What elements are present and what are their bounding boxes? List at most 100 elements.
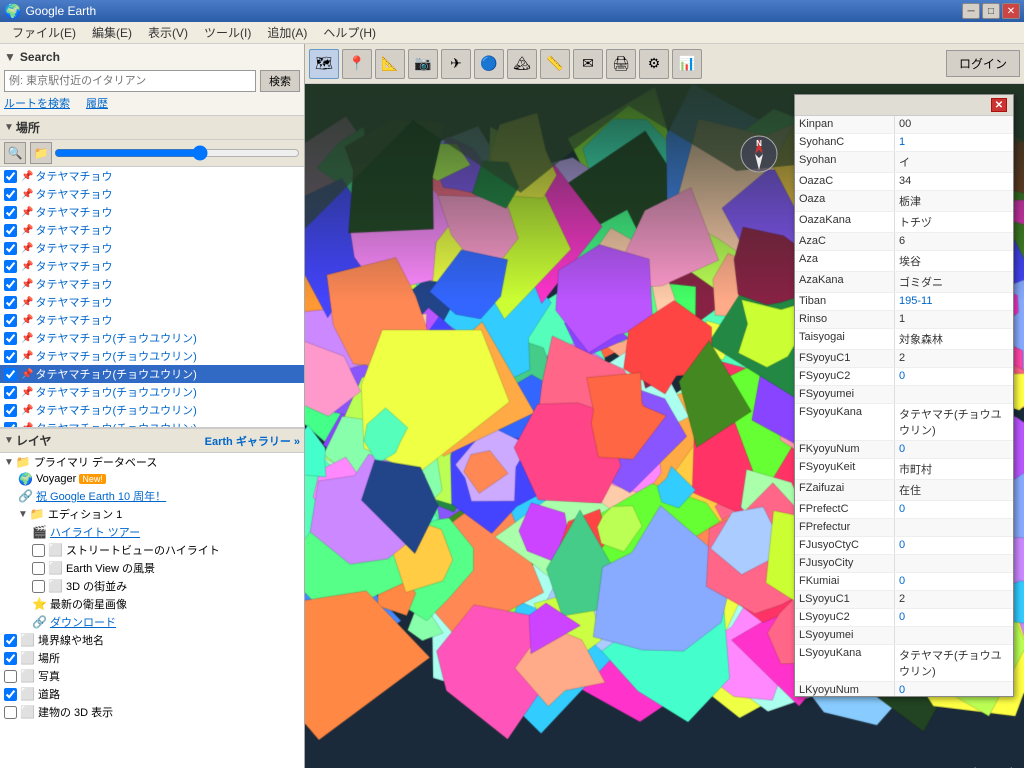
layer-checkbox[interactable] bbox=[4, 634, 17, 647]
place-checkbox[interactable] bbox=[4, 260, 17, 273]
toolbar-camera-btn[interactable]: 📷 bbox=[408, 49, 438, 79]
place-item[interactable]: 📌 タテヤマチョウ(チョウユウリン) bbox=[0, 347, 304, 365]
place-item[interactable]: 📌 タテヤマチョウ bbox=[0, 311, 304, 329]
place-item[interactable]: 📌 タテヤマチョウ bbox=[0, 275, 304, 293]
layer-checkbox[interactable] bbox=[32, 580, 45, 593]
login-button[interactable]: ログイン bbox=[946, 50, 1020, 77]
layer-checkbox[interactable] bbox=[4, 688, 17, 701]
menu-edit[interactable]: 編集(E) bbox=[84, 22, 140, 43]
place-item[interactable]: 📌 タテヤマチョウ(チョウユウリン) bbox=[0, 329, 304, 347]
layer-item[interactable]: ⬜道路 bbox=[0, 685, 304, 703]
minimize-button[interactable]: ─ bbox=[962, 3, 980, 19]
layer-item[interactable]: ⬜Earth View の風景 bbox=[0, 559, 304, 577]
toolbar-circle-btn[interactable]: 🔵 bbox=[474, 49, 504, 79]
place-checkbox[interactable] bbox=[4, 224, 17, 237]
place-checkbox[interactable] bbox=[4, 188, 17, 201]
place-checkbox[interactable] bbox=[4, 170, 17, 183]
layer-item[interactable]: ⬜建物の 3D 表示 bbox=[0, 703, 304, 721]
places-folder-btn[interactable]: 📁 bbox=[30, 142, 52, 164]
tree-expand-arrow[interactable]: ▼ bbox=[4, 457, 14, 468]
place-item[interactable]: 📌 タテヤマチョウ bbox=[0, 203, 304, 221]
menu-add[interactable]: 追加(A) bbox=[259, 22, 315, 43]
place-checkbox[interactable] bbox=[4, 422, 17, 428]
toolbar-print-btn[interactable]: 🖨 bbox=[606, 49, 636, 79]
toolbar-path-btn[interactable]: 📐 bbox=[375, 49, 405, 79]
layer-item[interactable]: ⬜写真 bbox=[0, 667, 304, 685]
place-link[interactable]: タテヤマチョウ bbox=[35, 294, 112, 310]
place-item[interactable]: 📌 タテヤマチョウ(チョウユウリン) bbox=[0, 365, 304, 383]
layer-item[interactable]: ⬜場所 bbox=[0, 649, 304, 667]
place-checkbox[interactable] bbox=[4, 386, 17, 399]
layer-item[interactable]: ⬜境界線や地名 bbox=[0, 631, 304, 649]
layers-collapse-arrow[interactable]: ▼ bbox=[4, 435, 14, 446]
tree-expand-arrow[interactable]: ▼ bbox=[18, 509, 28, 520]
place-link[interactable]: タテヤマチョウ(チョウユウリン) bbox=[35, 330, 196, 346]
menu-help[interactable]: ヘルプ(H) bbox=[315, 22, 384, 43]
place-item[interactable]: 📌 タテヤマチョウ bbox=[0, 185, 304, 203]
place-link[interactable]: タテヤマチョウ bbox=[35, 186, 112, 202]
place-checkbox[interactable] bbox=[4, 242, 17, 255]
toolbar-mail-btn[interactable]: ✉ bbox=[573, 49, 603, 79]
place-checkbox[interactable] bbox=[4, 314, 17, 327]
places-search-icon-btn[interactable]: 🔍 bbox=[4, 142, 26, 164]
route-search-link[interactable]: ルートを検索 bbox=[4, 95, 70, 111]
place-link[interactable]: タテヤマチョウ(チョウユウリン) bbox=[35, 402, 196, 418]
place-link[interactable]: タテヤマチョウ(チョウユウリン) bbox=[35, 366, 196, 382]
place-link[interactable]: タテヤマチョウ bbox=[35, 204, 112, 220]
layer-item[interactable]: ⬜ストリートビューのハイライト bbox=[0, 541, 304, 559]
place-link[interactable]: タテヤマチョウ bbox=[35, 222, 112, 238]
toolbar-chart-btn[interactable]: 📊 bbox=[672, 49, 702, 79]
gallery-link[interactable]: Earth ギャラリー » bbox=[205, 433, 300, 449]
place-item[interactable]: 📌 タテヤマチョウ(チョウユウリン) bbox=[0, 401, 304, 419]
menu-view[interactable]: 表示(V) bbox=[140, 22, 196, 43]
place-checkbox[interactable] bbox=[4, 368, 17, 381]
place-link[interactable]: タテヤマチョウ bbox=[35, 276, 112, 292]
place-item[interactable]: 📌 タテヤマチョウ bbox=[0, 221, 304, 239]
layer-checkbox[interactable] bbox=[32, 562, 45, 575]
layer-item[interactable]: ▼📁エディション 1 bbox=[0, 505, 304, 523]
place-link[interactable]: タテヤマチョウ bbox=[35, 168, 112, 184]
layer-item[interactable]: 🔗祝 Google Earth 10 周年！ bbox=[0, 487, 304, 505]
toolbar-map-btn[interactable]: 🗺 bbox=[309, 49, 339, 79]
maximize-button[interactable]: □ bbox=[982, 3, 1000, 19]
search-input[interactable] bbox=[4, 70, 256, 92]
places-collapse-arrow[interactable]: ▼ bbox=[4, 122, 14, 133]
place-link[interactable]: タテヤマチョウ(チョウユウリン) bbox=[35, 348, 196, 364]
search-button[interactable]: 検索 bbox=[260, 70, 300, 92]
toolbar-plane-btn[interactable]: ✈ bbox=[441, 49, 471, 79]
layer-checkbox[interactable] bbox=[4, 652, 17, 665]
place-checkbox[interactable] bbox=[4, 404, 17, 417]
place-item[interactable]: 📌 タテヤマチョウ bbox=[0, 293, 304, 311]
place-item[interactable]: 📌 タテヤマチョウ(チョウユウリン) bbox=[0, 383, 304, 401]
place-checkbox[interactable] bbox=[4, 296, 17, 309]
place-item[interactable]: 📌 タテヤマチョウ(チョウユウリン) bbox=[0, 419, 304, 427]
close-button[interactable]: ✕ bbox=[1002, 3, 1020, 19]
layer-item[interactable]: 🎬ハイライト ツアー bbox=[0, 523, 304, 541]
layer-checkbox[interactable] bbox=[4, 670, 17, 683]
layer-item[interactable]: ▼📁プライマリ データベース bbox=[0, 453, 304, 471]
toolbar-settings-btn[interactable]: ⚙ bbox=[639, 49, 669, 79]
place-item[interactable]: 📌 タテヤマチョウ bbox=[0, 257, 304, 275]
place-link[interactable]: タテヤマチョウ bbox=[35, 240, 112, 256]
toolbar-mountain-btn[interactable]: 🏔 bbox=[507, 49, 537, 79]
layer-item[interactable]: ⬜3D の街並み bbox=[0, 577, 304, 595]
place-item[interactable]: 📌 タテヤマチョウ bbox=[0, 239, 304, 257]
info-close-button[interactable]: ✕ bbox=[991, 98, 1007, 112]
layer-item[interactable]: 🌍VoyagerNew! bbox=[0, 471, 304, 487]
place-link[interactable]: タテヤマチョウ bbox=[35, 258, 112, 274]
layer-item[interactable]: ⭐最新の衛星画像 bbox=[0, 595, 304, 613]
place-item[interactable]: 📌 タテヤマチョウ bbox=[0, 167, 304, 185]
history-link[interactable]: 履歴 bbox=[86, 95, 108, 111]
place-checkbox[interactable] bbox=[4, 350, 17, 363]
layer-checkbox[interactable] bbox=[4, 706, 17, 719]
layer-checkbox[interactable] bbox=[32, 544, 45, 557]
place-link[interactable]: タテヤマチョウ(チョウユウリン) bbox=[35, 420, 196, 427]
place-link[interactable]: タテヤマチョウ(チョウユウリン) bbox=[35, 384, 196, 400]
search-collapse-arrow[interactable]: ▼ bbox=[4, 50, 16, 64]
place-link[interactable]: タテヤマチョウ bbox=[35, 312, 112, 328]
places-slider[interactable] bbox=[54, 146, 300, 160]
menu-file[interactable]: ファイル(E) bbox=[4, 22, 84, 43]
place-checkbox[interactable] bbox=[4, 206, 17, 219]
menu-tools[interactable]: ツール(I) bbox=[196, 22, 259, 43]
layer-item[interactable]: 🔗ダウンロード bbox=[0, 613, 304, 631]
